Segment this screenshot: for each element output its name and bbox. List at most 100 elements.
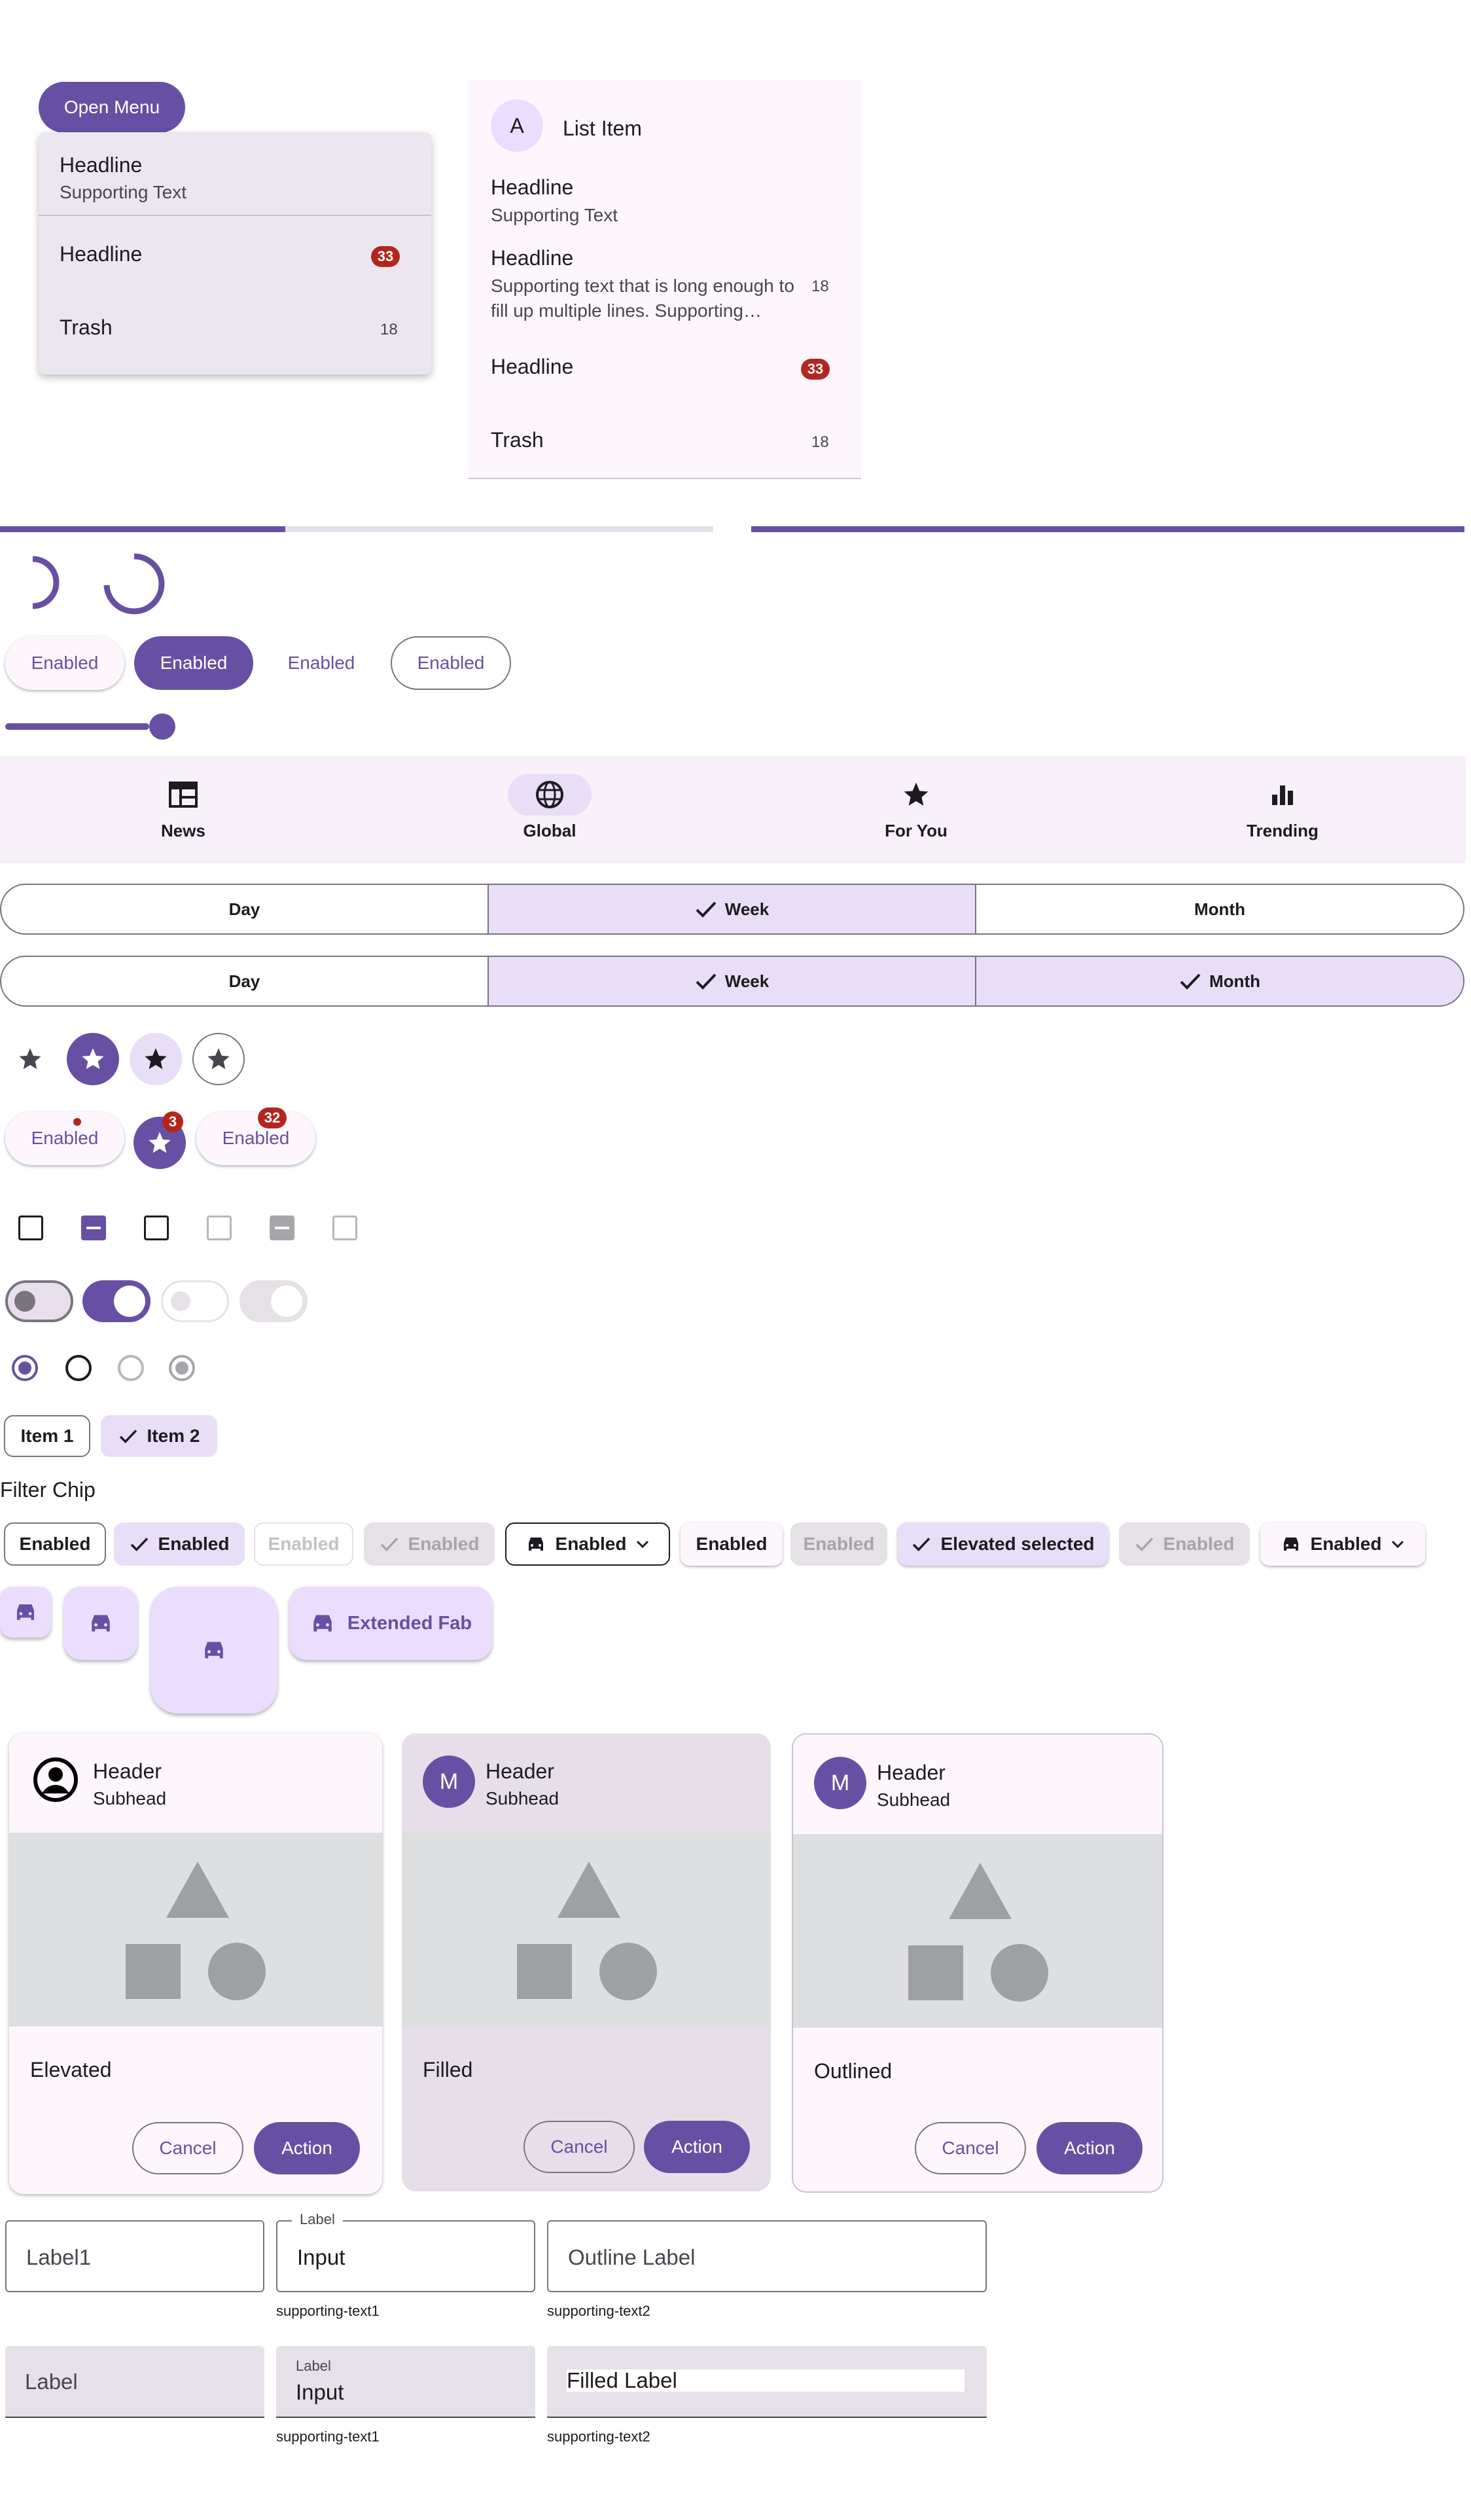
filter-chip-elevated-selected[interactable]: Elevated selected bbox=[898, 1522, 1108, 1566]
avatar-letter: M bbox=[830, 1770, 850, 1795]
outlined-text-field[interactable]: Outline Label bbox=[547, 2220, 987, 2292]
cancel-button[interactable]: Cancel bbox=[132, 2122, 243, 2174]
segment-week[interactable]: Week bbox=[489, 885, 976, 933]
check-icon bbox=[119, 1430, 137, 1444]
fab-label: Extended Fab bbox=[347, 1612, 472, 1634]
card-media bbox=[793, 1834, 1162, 2028]
icon-button-filled[interactable] bbox=[67, 1033, 119, 1085]
nav-item-news[interactable]: News bbox=[0, 757, 366, 861]
star-icon bbox=[82, 1048, 104, 1070]
card-subhead: Subhead bbox=[486, 1788, 559, 1809]
outlined-text-field[interactable]: Label Input bbox=[276, 2211, 535, 2292]
filled-text-field[interactable]: Filled Label bbox=[547, 2346, 987, 2418]
filled-text-field[interactable]: Label Input bbox=[276, 2346, 535, 2418]
field-supporting-text: supporting-text1 bbox=[276, 2428, 380, 2445]
fab[interactable] bbox=[64, 1587, 137, 1660]
text-button[interactable]: Enabled bbox=[262, 636, 381, 690]
field-value: Input bbox=[296, 2380, 344, 2404]
small-fab[interactable] bbox=[0, 1587, 51, 1638]
circular-progress-indicator bbox=[103, 553, 165, 615]
chip-item-2[interactable]: Item 2 bbox=[101, 1415, 217, 1457]
menu-item[interactable]: Headline 33 bbox=[39, 217, 431, 289]
field-supporting-text: supporting-text1 bbox=[276, 2303, 380, 2319]
dropdown-menu: Headline Supporting Text Headline 33 Tra… bbox=[39, 132, 431, 374]
segmented-button-single: Day Week Month bbox=[0, 884, 1464, 935]
checkbox-indeterminate[interactable] bbox=[81, 1215, 106, 1240]
outlined-text-field[interactable]: Label1 bbox=[5, 2220, 264, 2292]
car-icon bbox=[528, 1538, 543, 1551]
filter-chip-elevated[interactable]: Enabled bbox=[681, 1522, 783, 1566]
cancel-button[interactable]: Cancel bbox=[523, 2121, 635, 2173]
chip-label: Item 2 bbox=[147, 1426, 200, 1446]
chip-label: Enabled bbox=[408, 1534, 480, 1554]
menu-item[interactable]: Trash 18 bbox=[39, 289, 431, 361]
list: A List Item Headline Supporting Text Hea… bbox=[469, 80, 861, 479]
large-fab[interactable] bbox=[151, 1587, 277, 1714]
notification-badge: 33 bbox=[371, 246, 400, 267]
open-menu-button[interactable]: Open Menu bbox=[39, 82, 185, 133]
badged-button[interactable]: Enabled 32 bbox=[196, 1107, 315, 1165]
slider-thumb[interactable] bbox=[149, 713, 175, 740]
switch-disabled-off bbox=[161, 1280, 229, 1322]
nav-item-for-you[interactable]: For You bbox=[733, 757, 1099, 861]
checkbox-unchecked[interactable] bbox=[18, 1215, 43, 1240]
notification-badge: 32 bbox=[258, 1107, 287, 1128]
icon-button-outlined[interactable] bbox=[192, 1033, 245, 1085]
cancel-button[interactable]: Cancel bbox=[915, 2122, 1026, 2174]
radio-unselected[interactable] bbox=[65, 1355, 92, 1381]
filled-button[interactable]: Enabled bbox=[134, 636, 253, 690]
filter-chip-title: Filter Chip bbox=[0, 1478, 96, 1502]
filter-chip[interactable]: Enabled bbox=[4, 1522, 106, 1566]
menu-item-headline: Headline bbox=[60, 153, 143, 177]
segment-week[interactable]: Week bbox=[489, 957, 976, 1005]
check-icon bbox=[1135, 1538, 1153, 1552]
segment-day[interactable]: Day bbox=[1, 885, 489, 933]
shapes-placeholder-icon bbox=[126, 1862, 266, 2000]
chip-item-1[interactable]: Item 1 bbox=[4, 1415, 90, 1457]
segment-label: Day bbox=[228, 899, 260, 919]
chip-label: Enabled bbox=[1163, 1534, 1235, 1554]
icon-button-tonal[interactable] bbox=[130, 1033, 182, 1085]
outlined-card: M Header Subhead Outlined Cancel Action bbox=[792, 1733, 1163, 2193]
filter-chip-disabled: Enabled bbox=[254, 1522, 353, 1566]
elevated-button[interactable]: Enabled bbox=[5, 636, 124, 690]
switch-on[interactable] bbox=[82, 1280, 151, 1322]
badged-fab[interactable]: 3 bbox=[133, 1111, 186, 1169]
slider[interactable] bbox=[5, 710, 175, 743]
action-button[interactable]: Action bbox=[644, 2121, 750, 2173]
avatar: A bbox=[491, 99, 543, 152]
checkbox-unchecked[interactable] bbox=[144, 1215, 169, 1240]
card-subhead: Subhead bbox=[93, 1788, 167, 1809]
extended-fab[interactable]: Extended Fab bbox=[289, 1587, 492, 1660]
action-button[interactable]: Action bbox=[1037, 2122, 1143, 2174]
filter-chip-dropdown[interactable]: Enabled bbox=[505, 1522, 670, 1566]
outlined-button[interactable]: Enabled bbox=[391, 636, 511, 690]
segment-month[interactable]: Month bbox=[976, 957, 1463, 1005]
nav-item-global[interactable]: Global bbox=[366, 757, 733, 861]
segment-day[interactable]: Day bbox=[1, 957, 489, 1005]
filter-chip-elevated-dropdown[interactable]: Enabled bbox=[1260, 1522, 1425, 1566]
radio-selected[interactable] bbox=[12, 1355, 38, 1381]
notification-badge: 3 bbox=[162, 1111, 183, 1132]
filled-text-field[interactable]: Label bbox=[5, 2346, 264, 2418]
card-media bbox=[402, 1833, 771, 2026]
segment-label: Month bbox=[1209, 971, 1260, 991]
list-item-headline: Trash bbox=[491, 428, 544, 452]
menu-item[interactable]: Headline Supporting Text bbox=[39, 132, 431, 216]
segment-label: Week bbox=[724, 971, 770, 991]
segment-month[interactable]: Month bbox=[976, 885, 1463, 933]
radio-disabled-selected bbox=[169, 1355, 195, 1381]
list-item-headline: Headline bbox=[491, 175, 574, 199]
list-item-headline: Headline bbox=[491, 355, 574, 378]
nav-item-trending[interactable]: Trending bbox=[1099, 757, 1466, 861]
icon-button-standard[interactable] bbox=[12, 1034, 48, 1084]
field-placeholder: Label1 bbox=[26, 2245, 92, 2269]
segment-label: Month bbox=[1194, 899, 1245, 919]
switch-off[interactable] bbox=[5, 1280, 73, 1322]
badged-button[interactable]: Enabled bbox=[5, 1111, 124, 1165]
action-button[interactable]: Action bbox=[254, 2122, 360, 2174]
filter-chip-selected[interactable]: Enabled bbox=[114, 1522, 245, 1566]
bar-chart-icon bbox=[1272, 785, 1293, 805]
car-icon bbox=[1283, 1538, 1298, 1551]
chip-label: Enabled bbox=[158, 1534, 230, 1554]
